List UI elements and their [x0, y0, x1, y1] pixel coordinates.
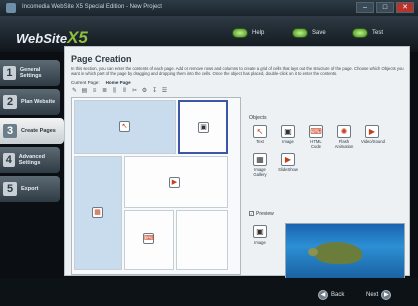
objects-palette: Objects ↖ Text ▣ Image ⌨ HTML Code ✺ Fla…: [249, 115, 409, 177]
page-layout-grid[interactable]: ↖ ▣ ▦ ▶ ⌨: [71, 97, 241, 275]
app-icon: [6, 3, 16, 13]
preview-checkbox[interactable]: ✓: [249, 211, 254, 217]
html-code-object-icon[interactable]: ⌨: [143, 233, 154, 244]
window-title: Incomedia WebSite X5 Special Edition - N…: [22, 4, 162, 10]
close-button[interactable]: ✕: [396, 2, 414, 13]
page-title: Page Creation: [71, 54, 132, 64]
object-video-sound[interactable]: ▶ Video/Sound: [361, 125, 385, 149]
nav-item-plan-website[interactable]: 2 Plan Website: [0, 89, 60, 115]
grid-toolbar: ✎ ▤ ≡ ≣ ⫼ ⫴ ✂ ⚙ ↧ ☰: [71, 88, 168, 95]
back-button[interactable]: ◀ Back: [318, 290, 344, 300]
video-object-icon[interactable]: ▶: [169, 177, 180, 188]
title-bar: Incomedia WebSite X5 Special Edition - N…: [0, 0, 418, 16]
test-icon: [352, 28, 368, 38]
image-icon: ▣: [253, 225, 267, 238]
preview-image: [285, 223, 405, 281]
properties-icon[interactable]: ▤: [81, 88, 88, 95]
slideshow-icon: ▶: [281, 153, 295, 167]
delete-row-icon[interactable]: ≣: [101, 88, 108, 95]
nav-item-export[interactable]: 5 Export: [0, 176, 60, 202]
app-logo: WebSiteX5: [16, 28, 88, 47]
window-controls: – □ ✕: [356, 2, 414, 13]
preview-label: Preview: [256, 211, 274, 217]
test-button[interactable]: Test: [352, 28, 383, 38]
step-navigation: 1 General Settings 2 Plan Website 3 Crea…: [0, 60, 64, 205]
minimize-button[interactable]: –: [356, 2, 374, 13]
video-sound-icon: ▶: [365, 125, 379, 138]
nav-item-advanced-settings[interactable]: 4 Advanced Settings: [0, 147, 60, 173]
image-icon: ▣: [281, 125, 295, 138]
gallery-icon: ▦: [253, 153, 267, 167]
footer-bar: ◀ Back Next ▶: [0, 278, 418, 306]
object-slideshow[interactable]: ▶ SlideShow: [277, 153, 299, 177]
delete-column-icon[interactable]: ⫴: [121, 88, 128, 95]
image-object-icon[interactable]: ▣: [198, 122, 209, 133]
cut-icon[interactable]: ✂: [131, 88, 138, 95]
help-button[interactable]: Help: [232, 28, 264, 38]
object-flash-animation[interactable]: ✺ Flash Animation: [333, 125, 355, 149]
edit-icon[interactable]: ✎: [71, 88, 78, 95]
current-page-label: Current Page:: [71, 80, 100, 85]
sea-turtle-graphic: [308, 242, 362, 264]
page-description: In this section, you can enter the conte…: [71, 66, 404, 76]
objects-title: Objects: [249, 115, 267, 121]
object-image-gallery[interactable]: ▦ Image Gallery: [249, 153, 271, 177]
grid-cell[interactable]: ⌨: [124, 210, 174, 270]
style-icon[interactable]: ⚙: [141, 88, 148, 95]
image-object-icon[interactable]: ▦: [92, 207, 103, 218]
grid-cell-selected[interactable]: ▣: [178, 100, 228, 154]
paste-icon[interactable]: ↧: [151, 88, 158, 95]
html-code-icon: ⌨: [309, 125, 323, 138]
text-icon: ↖: [253, 125, 267, 138]
object-image[interactable]: ▣ Image: [277, 125, 299, 149]
text-object-icon[interactable]: ↖: [119, 121, 130, 132]
back-arrow-icon: ◀: [318, 290, 328, 300]
save-icon: [292, 28, 308, 38]
help-icon: [232, 28, 248, 38]
preview-section: ✓ Preview ▣ Image: [249, 211, 407, 281]
maximize-button[interactable]: □: [376, 2, 394, 13]
nav-item-create-pages[interactable]: 3 Create Pages: [0, 118, 64, 144]
current-page-bar: Current Page: Home Page: [71, 80, 131, 85]
grid-cell[interactable]: ▶: [124, 156, 228, 208]
next-arrow-icon: ▶: [381, 290, 392, 300]
preview-object: ▣ Image: [253, 225, 267, 245]
insert-column-icon[interactable]: ⫼: [111, 88, 118, 95]
grid-cell[interactable]: ↖: [74, 100, 176, 154]
flash-icon: ✺: [337, 125, 351, 138]
save-button[interactable]: Save: [292, 28, 326, 38]
settings-icon[interactable]: ☰: [161, 88, 168, 95]
current-page-value[interactable]: Home Page: [106, 80, 131, 85]
grid-cell[interactable]: ▦: [74, 156, 122, 270]
page-creation-panel: Page Creation In this section, you can e…: [64, 46, 410, 281]
next-button[interactable]: Next ▶: [366, 290, 392, 300]
object-html-code[interactable]: ⌨ HTML Code: [305, 125, 327, 149]
grid-cell-empty[interactable]: [176, 210, 228, 270]
object-text[interactable]: ↖ Text: [249, 125, 271, 149]
nav-item-general-settings[interactable]: 1 General Settings: [0, 60, 60, 86]
insert-row-icon[interactable]: ≡: [91, 88, 98, 95]
